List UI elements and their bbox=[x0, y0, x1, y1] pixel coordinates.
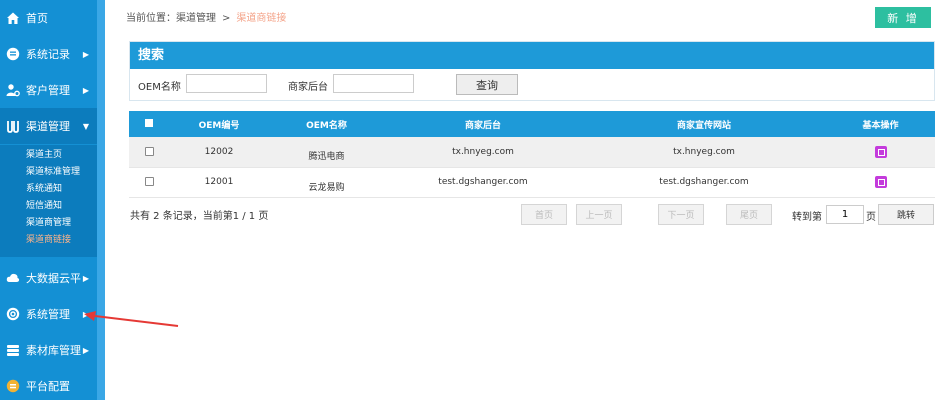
channel-icon bbox=[6, 119, 20, 133]
cell-merchant-backend: tx.hnyeg.com bbox=[384, 137, 582, 168]
sidebar-item-label: 系统记录 bbox=[26, 48, 70, 61]
chevron-right-icon: ▶ bbox=[82, 309, 89, 319]
page-suffix-label: 页 bbox=[866, 212, 876, 223]
breadcrumb-current[interactable]: 渠道商链接 bbox=[236, 13, 286, 24]
submenu-item-channel-home[interactable]: 渠道主页 bbox=[0, 147, 97, 164]
record-count-info: 共有 2 条记录，当前第1 / 1 页 bbox=[130, 211, 269, 222]
sidebar-item-material-library[interactable]: 素材库管理 ▶ bbox=[0, 332, 97, 368]
platform-icon bbox=[6, 379, 20, 393]
submenu-item-channel-links[interactable]: 渠道商链接 bbox=[0, 232, 97, 249]
search-row: OEM名称 商家后台 查询 bbox=[130, 69, 934, 101]
sidebar: 首页 系统记录 ▶ 客户管理 ▶ 渠道管理 ▼ 渠道主页 渠道标准管理 系统通知… bbox=[0, 0, 97, 400]
cell-merchant-backend: test.dgshanger.com bbox=[384, 167, 582, 198]
last-page-button[interactable]: 尾页 bbox=[726, 204, 772, 225]
data-table: OEM编号 OEM名称 商家后台 商家宣传网站 基本操作 12002 腾迅电商 … bbox=[129, 111, 935, 198]
column-header-merchant-backend: 商家后台 bbox=[384, 111, 582, 137]
sidebar-item-label: 系统管理 bbox=[26, 308, 70, 321]
cell-oem-name: 腾迅电商 bbox=[269, 137, 384, 168]
sidebar-item-label: 客户管理 bbox=[26, 84, 70, 97]
submenu-item-sms-notice[interactable]: 短信通知 bbox=[0, 198, 97, 215]
breadcrumb-separator: > bbox=[222, 13, 231, 24]
first-page-button[interactable]: 首页 bbox=[521, 204, 567, 225]
library-icon bbox=[6, 343, 20, 357]
sidebar-item-customers[interactable]: 客户管理 ▶ bbox=[0, 72, 97, 108]
chevron-right-icon: ▶ bbox=[82, 85, 89, 95]
cell-promo-site: tx.hnyeg.com bbox=[582, 137, 826, 168]
add-button[interactable]: 新 增 bbox=[875, 7, 931, 28]
page-number-input[interactable] bbox=[826, 205, 864, 224]
sidebar-edge bbox=[97, 0, 105, 400]
sidebar-item-label: 首页 bbox=[26, 12, 48, 25]
submenu-item-system-notice[interactable]: 系统通知 bbox=[0, 181, 97, 198]
sidebar-item-label: 渠道管理 bbox=[26, 120, 70, 133]
row-select-cell bbox=[129, 137, 169, 168]
home-icon bbox=[6, 11, 20, 25]
cell-actions bbox=[826, 167, 935, 198]
cell-oem-id: 12001 bbox=[169, 167, 269, 198]
channel-submenu: 渠道主页 渠道标准管理 系统通知 短信通知 渠道商管理 渠道商链接 bbox=[0, 145, 97, 257]
chevron-right-icon: ▶ bbox=[82, 273, 89, 283]
row-select-cell bbox=[129, 167, 169, 198]
users-icon bbox=[6, 83, 20, 97]
cell-oem-id: 12002 bbox=[169, 137, 269, 168]
search-panel: 搜索 OEM名称 商家后台 查询 bbox=[129, 41, 935, 101]
cell-promo-site: test.dgshanger.com bbox=[582, 167, 826, 198]
submenu-item-channel-standards[interactable]: 渠道标准管理 bbox=[0, 164, 97, 181]
edit-icon[interactable] bbox=[874, 176, 887, 188]
row-checkbox[interactable] bbox=[144, 146, 154, 156]
select-all-cell bbox=[129, 111, 169, 137]
row-checkbox[interactable] bbox=[144, 177, 154, 186]
oem-name-input[interactable] bbox=[186, 74, 267, 93]
merchant-backend-label: 商家后台 bbox=[288, 82, 328, 93]
cell-oem-name: 云龙易购 bbox=[269, 167, 384, 198]
breadcrumb-prefix: 当前位置：渠道管理 bbox=[126, 13, 216, 24]
cell-actions bbox=[826, 137, 935, 168]
column-header-promo-site: 商家宣传网站 bbox=[582, 111, 826, 137]
merchant-backend-input[interactable] bbox=[333, 74, 414, 93]
sidebar-item-home[interactable]: 首页 bbox=[0, 0, 97, 36]
column-header-actions: 基本操作 bbox=[826, 111, 935, 137]
submenu-item-channel-partners[interactable]: 渠道商管理 bbox=[0, 215, 97, 232]
sidebar-item-platform-config[interactable]: 平台配置 bbox=[0, 368, 97, 400]
cloud-icon bbox=[6, 271, 20, 285]
column-header-oem-id: OEM编号 bbox=[169, 111, 269, 137]
sidebar-item-label: 大数据云平 bbox=[26, 272, 81, 285]
sidebar-item-label: 素材库管理 bbox=[26, 344, 81, 357]
chevron-right-icon: ▶ bbox=[82, 49, 89, 59]
query-button[interactable]: 查询 bbox=[456, 74, 518, 95]
prev-page-button[interactable]: 上一页 bbox=[576, 204, 622, 225]
next-page-button[interactable]: 下一页 bbox=[658, 204, 704, 225]
table-header-row: OEM编号 OEM名称 商家后台 商家宣传网站 基本操作 bbox=[129, 111, 935, 137]
sidebar-item-system-settings[interactable]: 系统管理 ▶ bbox=[0, 296, 97, 332]
sidebar-item-label: 平台配置 bbox=[26, 380, 70, 393]
jump-button[interactable]: 跳转 bbox=[878, 204, 934, 225]
goto-page-label: 转到第 bbox=[792, 212, 822, 223]
select-all-checkbox[interactable] bbox=[145, 118, 153, 127]
sidebar-item-channels[interactable]: 渠道管理 ▼ bbox=[0, 108, 97, 144]
breadcrumb: 当前位置：渠道管理 > 渠道商链接 bbox=[126, 9, 286, 24]
chevron-down-icon: ▼ bbox=[82, 121, 89, 131]
oem-name-label: OEM名称 bbox=[138, 82, 181, 93]
table-row: 12001 云龙易购 test.dgshanger.com test.dgsha… bbox=[129, 167, 935, 198]
sidebar-item-system-records[interactable]: 系统记录 ▶ bbox=[0, 36, 97, 72]
table-row: 12002 腾迅电商 tx.hnyeg.com tx.hnyeg.com bbox=[129, 137, 935, 168]
edit-icon[interactable] bbox=[874, 145, 887, 158]
sidebar-item-big-data[interactable]: 大数据云平 ▶ bbox=[0, 260, 97, 296]
chevron-right-icon: ▶ bbox=[82, 345, 89, 355]
column-header-oem-name: OEM名称 bbox=[269, 111, 384, 137]
settings-icon bbox=[6, 307, 20, 321]
record-icon bbox=[6, 47, 20, 61]
search-title: 搜索 bbox=[130, 42, 934, 69]
